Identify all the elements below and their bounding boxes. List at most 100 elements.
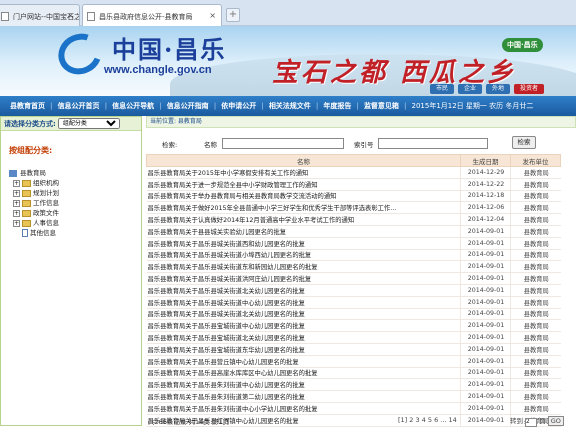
nav-info-home[interactable]: 信息公开首页 [54, 101, 104, 111]
row-title-link[interactable]: 昌乐县教育局关于县县城关实验幼儿园更名的批复 [146, 225, 461, 238]
table-row[interactable]: 昌乐县教育局关于2015年中小学寒假安排有关工作的通知 2014-12-29 县教育… [146, 166, 561, 179]
tab-education[interactable]: 昌乐县政府信息公开-县教育局 × [82, 4, 222, 26]
row-title-link[interactable]: 昌乐县教育局关于昌乐县朱刘街道中心幼儿园更名的批复 [146, 378, 461, 392]
column-header-unit: 发布单位 [510, 154, 561, 167]
table-row[interactable]: 昌乐县教育局关于昌乐县城关街道洪阿庄幼儿园更名的批复 2014-09-01 县教育局 [146, 272, 561, 285]
row-unit: 县教育局 [510, 296, 561, 309]
row-title-link[interactable]: 昌乐县教育局关于昌乐县城关街道北关幼儿园更名的批复 [146, 308, 461, 321]
row-title-link[interactable]: 昌乐县教育局关于进一步规范全县中小学财政管理工作的通知 [146, 178, 461, 191]
row-title-link[interactable]: 昌乐县教育局关于昌乐县营丘镇中心幼儿园更名的批复 [146, 355, 461, 368]
table-row[interactable]: 昌乐县教育局关于昌乐县城关街道北关幼儿园更名的批复 2014-09-01 县教育局 [146, 308, 561, 321]
row-title-link[interactable]: 昌乐县教育局关于昌乐县城关街道中心幼儿园更名的批复 [146, 296, 461, 309]
expand-icon[interactable]: + [13, 179, 20, 187]
mini-nav-visitors[interactable]: 外地 [486, 84, 510, 94]
pagination: 共266条记录 共14页 第1页 [1] 2 3 4 5 6 ... 14 转到… [146, 415, 576, 427]
goto-page-input[interactable] [525, 417, 538, 427]
row-title-link[interactable]: 昌乐县教育局关于认真做好2014年12月普通高中学业水平考试工作的通知 [146, 213, 461, 226]
nav-info-guide[interactable]: 信息公开指南 [163, 101, 213, 111]
table-row[interactable]: 昌乐县教育局关于昌乐县朱刘街道中心小学幼儿园更名的批复 2014-09-01 县教育… [146, 402, 561, 415]
row-title-link[interactable]: 昌乐县教育局关于做好2015年全县普通中小学三好学生和优秀学生干部等评选表彰工作… [146, 201, 461, 215]
row-unit: 县教育局 [510, 331, 561, 344]
classification-label: 请选择分类方式: [4, 119, 56, 128]
table-row[interactable]: 昌乐县教育局关于昌乐县朱刘街道中心幼儿园更名的批复 2014-09-01 县教育局 [146, 378, 561, 392]
folder-icon [22, 219, 31, 227]
tree-item-plans[interactable]: + 规划计划 [9, 188, 141, 198]
row-title-link[interactable]: 昌乐县教育局关于昌乐县宝城街道北关幼儿园更名的批复 [146, 331, 461, 344]
row-unit: 县教育局 [510, 201, 561, 215]
nav-request[interactable]: 依申请公开 [217, 101, 260, 111]
new-tab-button[interactable]: + [226, 8, 240, 22]
mini-nav-investors[interactable]: 投资者 [514, 84, 544, 94]
tree-root[interactable]: 县教育局 [9, 168, 141, 178]
site-banner: 中国·昌乐 www.changle.gov.cn 宝石之都 西瓜之乡 中国·昌乐… [0, 26, 576, 96]
expand-icon[interactable]: + [13, 209, 20, 217]
row-unit: 县教育局 [510, 355, 561, 368]
row-unit: 县教育局 [510, 308, 561, 321]
row-title-link[interactable]: 昌乐县教育局关于昌乐县城关街道小埠西幼儿园更名的批复 [146, 249, 461, 262]
site-url: www.changle.gov.cn [104, 64, 212, 76]
row-unit: 县教育局 [510, 260, 561, 274]
row-date: 2014-09-01 [460, 402, 511, 415]
index-label: 索引号 [354, 141, 374, 149]
page-links[interactable]: [1] 2 3 4 5 6 ... 14 [398, 416, 457, 424]
row-title-link[interactable]: 昌乐县教育局关于昌乐县宝城街道中心幼儿园更名的批复 [146, 319, 461, 333]
nav-info-guide-nav[interactable]: 信息公开导航 [108, 101, 158, 111]
nav-home[interactable]: 县教育首页 [6, 101, 49, 111]
table-row[interactable]: 昌乐县教育局关于县县城关实验幼儿园更名的批复 2014-09-01 县教育局 [146, 225, 561, 238]
expand-icon[interactable]: + [13, 199, 20, 207]
table-row[interactable]: 昌乐县教育局关于昌乐县宝城街道东华幼儿园更名的批复 2014-09-01 县教育局 [146, 343, 561, 356]
row-unit: 县教育局 [510, 178, 561, 191]
nav-regulations[interactable]: 相关法规文件 [265, 101, 315, 111]
mini-nav-citizens[interactable]: 市民 [430, 84, 454, 94]
row-date: 2014-09-01 [460, 272, 511, 285]
row-title-link[interactable]: 昌乐县教育局关于昌乐县城关街道东和新园幼儿园更名的批复 [146, 260, 461, 274]
table-row[interactable]: 昌乐县教育局关于昌乐县城关街道东和新园幼儿园更名的批复 2014-09-01 县教育… [146, 260, 561, 274]
row-date: 2014-12-04 [460, 213, 511, 226]
row-title-link[interactable]: 昌乐县教育局关于昌乐县高崖水库库区中心幼儿园更名的批复 [146, 367, 461, 380]
tree-item-org[interactable]: + 组织机构 [9, 178, 141, 188]
table-row[interactable]: 昌乐县教育局关于昌乐县宝城街道北关幼儿园更名的批复 2014-09-01 县教育局 [146, 331, 561, 344]
row-title-link[interactable]: 昌乐县教育局关于昌乐县城关街道洪阿庄幼儿园更名的批复 [146, 272, 461, 285]
column-header-name: 名称 [146, 154, 461, 167]
table-row[interactable]: 昌乐县教育局关于做好2015年全县普通中小学三好学生和优秀学生干部等评选表彰工作… [146, 201, 561, 215]
tab-portal[interactable]: 门户网站--中国宝石之都 ↑× [0, 4, 80, 26]
close-icon[interactable]: × [67, 11, 74, 20]
expand-icon[interactable]: + [13, 219, 20, 227]
row-title-link[interactable]: 昌乐县教育局关于昌乐县朱刘街道第二幼儿园更名的批复 [146, 390, 461, 403]
table-row[interactable]: 昌乐县教育局关于昌乐县高崖水库库区中心幼儿园更名的批复 2014-09-01 县教育… [146, 367, 561, 380]
go-button[interactable]: GO [547, 416, 564, 426]
search-button[interactable]: 检索 [512, 136, 536, 149]
table-row[interactable]: 昌乐县教育局关于认真做好2014年12月普通高中学业水平考试工作的通知 2014-… [146, 213, 561, 226]
name-input[interactable] [222, 138, 344, 149]
tree-item-policy[interactable]: + 政策文件 [9, 208, 141, 218]
nav-annual-report[interactable]: 年度报告 [319, 101, 355, 111]
table-row[interactable]: 昌乐县教育局关于昌乐县宝城街道中心幼儿园更名的批复 2014-09-01 县教育局 [146, 319, 561, 333]
row-title-link[interactable]: 昌乐县教育局关于昌乐县朱刘街道中心小学幼儿园更名的批复 [146, 402, 461, 415]
table-row[interactable]: 昌乐县教育局关于昌乐县朱刘街道第二幼儿园更名的批复 2014-09-01 县教育局 [146, 390, 561, 403]
table-row[interactable]: 昌乐县教育局关于进一步规范全县中小学财政管理工作的通知 2014-12-22 县教育… [146, 178, 561, 191]
row-date: 2014-12-18 [460, 190, 511, 203]
table-row[interactable]: 昌乐县教育局关于昌乐县城关街道北关幼儿园更名的批复 2014-09-01 县教育局 [146, 284, 561, 297]
row-title-link[interactable]: 昌乐县教育局关于2015年中小学寒假安排有关工作的通知 [146, 166, 461, 179]
nav-feedback[interactable]: 监督意见箱 [360, 101, 403, 111]
expand-icon[interactable]: + [13, 189, 20, 197]
row-title-link[interactable]: 昌乐县教育局关于昌乐县城关街道北关幼儿园更名的批复 [146, 284, 461, 297]
index-input[interactable] [378, 138, 488, 149]
row-date: 2014-09-01 [460, 355, 511, 368]
table-row[interactable]: 昌乐县教育局关于昌乐县营丘镇中心幼儿园更名的批复 2014-09-01 县教育局 [146, 355, 561, 368]
tree-item-other[interactable]: 其他信息 [9, 228, 141, 238]
row-title-link[interactable]: 昌乐县教育局关于举办县教育局与相关县教育局教学交流活动的通知 [146, 190, 461, 203]
row-title-link[interactable]: 昌乐县教育局关于昌乐县城关街道西和幼儿园更名的批复 [146, 237, 461, 250]
row-title-link[interactable]: 昌乐县教育局关于昌乐县宝城街道东华幼儿园更名的批复 [146, 343, 461, 356]
name-label: 名称 [204, 141, 217, 149]
table-row[interactable]: 昌乐县教育局关于昌乐县城关街道小埠西幼儿园更名的批复 2014-09-01 县教育局 [146, 249, 561, 262]
row-date: 2014-09-01 [460, 308, 511, 321]
tree-item-work[interactable]: + 工作信息 [9, 198, 141, 208]
table-row[interactable]: 昌乐县教育局关于昌乐县城关街道中心幼儿园更名的批复 2014-09-01 县教育局 [146, 296, 561, 309]
table-row[interactable]: 昌乐县教育局关于昌乐县城关街道西和幼儿园更名的批复 2014-09-01 县教育局 [146, 237, 561, 250]
mini-nav-business[interactable]: 企业 [458, 84, 482, 94]
close-icon[interactable]: × [209, 11, 216, 20]
tree-item-personnel[interactable]: + 人事信息 [9, 218, 141, 228]
table-row[interactable]: 昌乐县教育局关于举办县教育局与相关县教育局教学交流活动的通知 2014-12-18… [146, 190, 561, 203]
classification-select[interactable]: 组配分类 [57, 118, 120, 129]
